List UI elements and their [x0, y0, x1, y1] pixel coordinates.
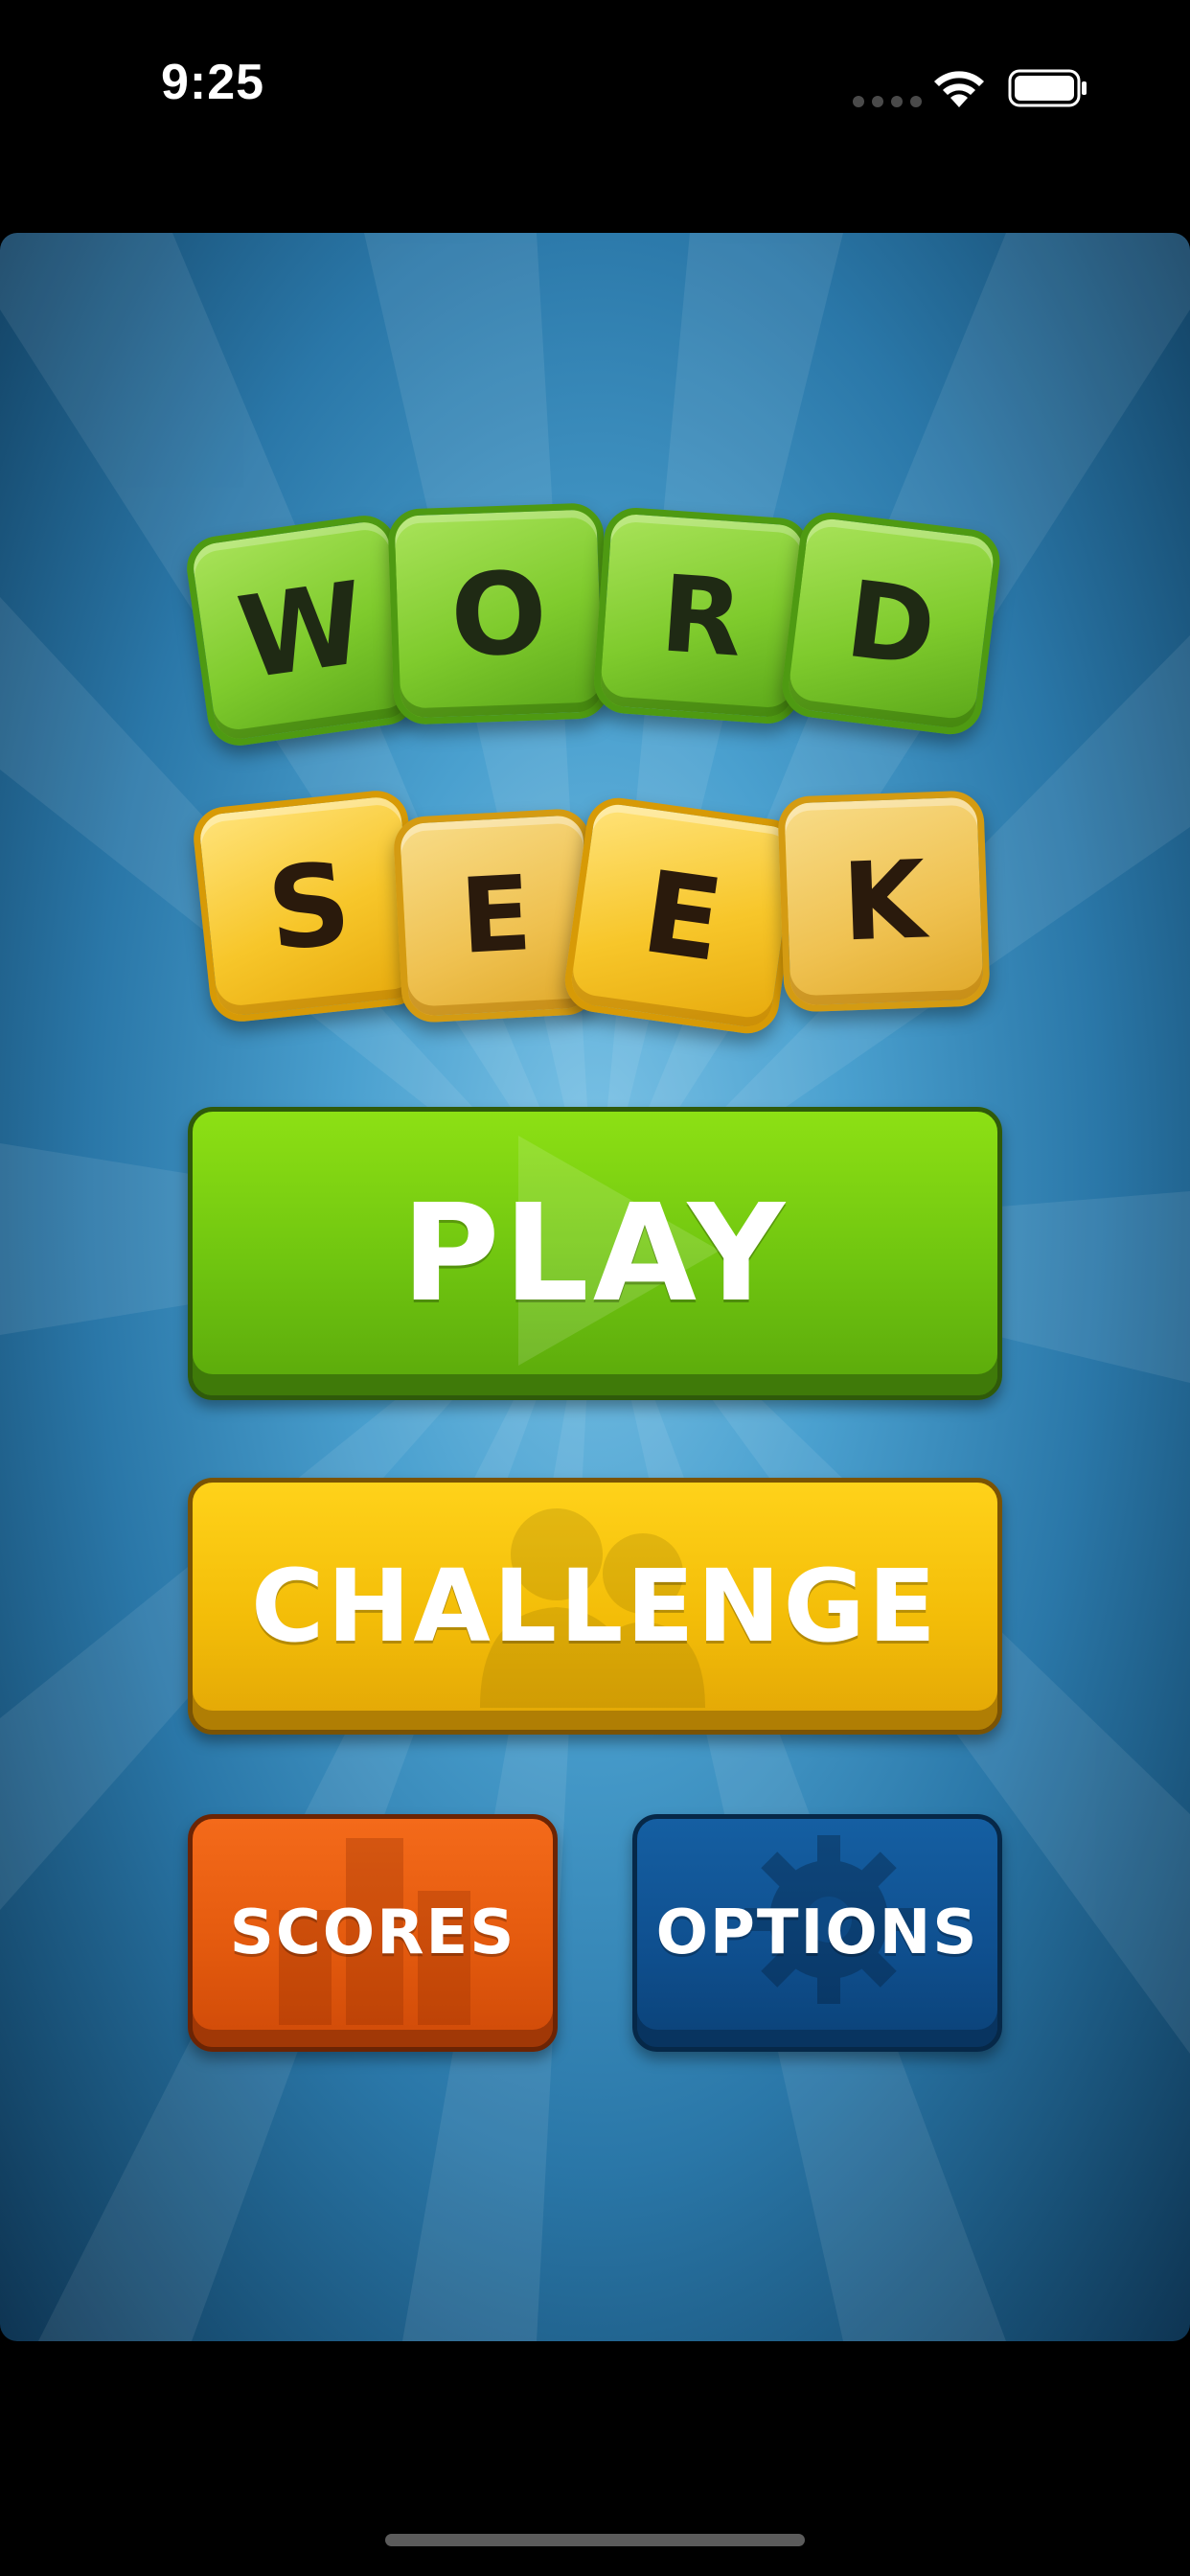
battery-icon [1008, 69, 1087, 107]
home-indicator[interactable] [385, 2534, 805, 2546]
scores-button-label: SCORES [229, 1898, 516, 1968]
play-button-label: PLAY [400, 1175, 790, 1332]
play-button[interactable]: PLAY [188, 1107, 1002, 1400]
logo-tile-s: S [190, 787, 428, 1025]
logo-tile-k: K [777, 790, 991, 1013]
options-button[interactable]: OPTIONS [632, 1814, 1002, 2052]
scores-button[interactable]: SCORES [188, 1814, 558, 2052]
challenge-button[interactable]: CHALLENGE [188, 1478, 1002, 1735]
challenge-button-label: CHALLENGE [251, 1548, 939, 1665]
status-time: 9:25 [161, 55, 265, 110]
logo-tile-r: R [591, 505, 812, 726]
phone-screen: 9:25 W O R D S E E K PLAY CHALLENGE SCOR… [0, 0, 1190, 2576]
logo-tile-d: D [778, 509, 1004, 738]
options-button-label: OPTIONS [655, 1898, 979, 1968]
cellular-dots-icon [853, 96, 922, 107]
logo-tile-e2: E [561, 794, 805, 1038]
logo-tile-o: O [387, 502, 610, 725]
logo-tile-w: W [182, 511, 422, 750]
wifi-icon [934, 71, 984, 107]
status-bar: 9:25 [0, 0, 1190, 172]
